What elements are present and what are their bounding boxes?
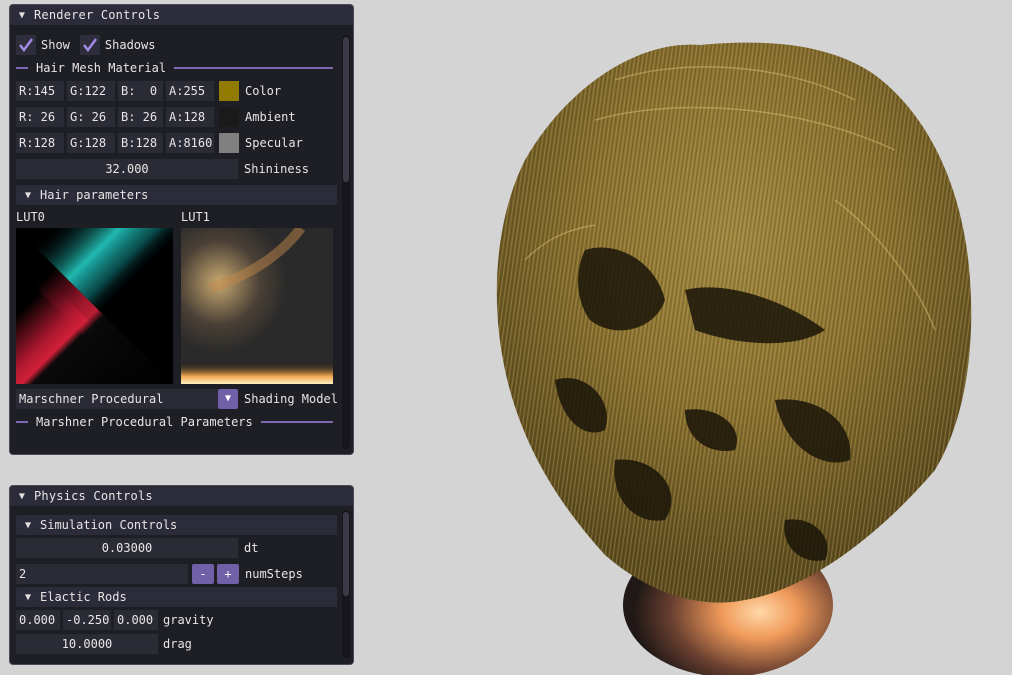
lut0-label: LUT0 xyxy=(16,210,45,224)
ambient-r-field[interactable]: R: 26 xyxy=(16,107,64,127)
procedural-params-separator: Marshner Procedural Parameters xyxy=(16,412,353,432)
gravity-z-field[interactable]: 0.000 xyxy=(114,610,158,630)
shininess-label: Shininess xyxy=(244,162,310,176)
decrement-button[interactable]: - xyxy=(192,564,214,584)
numsteps-field[interactable]: 2 xyxy=(16,564,188,584)
separator-line xyxy=(174,67,333,69)
simulation-controls-title: Simulation Controls xyxy=(40,518,178,532)
show-checkbox[interactable] xyxy=(16,35,36,55)
drag-label: drag xyxy=(163,637,192,651)
separator-line xyxy=(260,421,333,423)
collapse-triangle-icon[interactable]: ▼ xyxy=(16,10,28,21)
lut-labels-row: LUT0 LUT1 xyxy=(16,206,353,228)
collapse-triangle-icon[interactable]: ▼ xyxy=(16,491,28,502)
renderer-controls-panel: ▼ Renderer Controls Show Shadows Hair Me… xyxy=(9,4,354,455)
color-label: Color xyxy=(245,84,282,98)
gravity-row: 0.000 -0.250 0.000 gravity xyxy=(16,607,353,633)
specular-g-field[interactable]: G:128 xyxy=(67,133,115,153)
specular-b-field[interactable]: B:128 xyxy=(118,133,163,153)
hair-parameters-title: Hair parameters xyxy=(40,188,149,202)
checkmark-icon xyxy=(19,38,33,52)
physics-controls-content: ▼ Simulation Controls 0.03000 dt 2 - + n… xyxy=(10,506,353,655)
color-a-field[interactable]: A:255 xyxy=(166,81,214,101)
gravity-x-field[interactable]: 0.000 xyxy=(16,610,60,630)
renderer-controls-title: Renderer Controls xyxy=(34,8,161,22)
hair-mesh-material-header: Hair Mesh Material xyxy=(36,61,167,75)
physics-controls-panel: ▼ Physics Controls ▼ Simulation Controls… xyxy=(9,485,354,665)
hair-mesh-material-separator: Hair Mesh Material xyxy=(16,58,353,78)
separator-line xyxy=(16,421,28,423)
3d-viewport[interactable] xyxy=(355,0,1012,675)
increment-button[interactable]: + xyxy=(217,564,239,584)
show-shadows-row: Show Shadows xyxy=(16,32,353,58)
numsteps-label: numSteps xyxy=(245,567,303,581)
ambient-label: Ambient xyxy=(245,110,296,124)
separator-line xyxy=(16,67,28,69)
numsteps-row: 2 - + numSteps xyxy=(16,561,353,587)
ambient-g-field[interactable]: G: 26 xyxy=(67,107,115,127)
physics-controls-title: Physics Controls xyxy=(34,489,153,503)
procedural-params-header: Marshner Procedural Parameters xyxy=(36,415,253,429)
elastic-rods-header[interactable]: ▼ Elactic Rods xyxy=(16,587,337,607)
color-b-field[interactable]: B: 0 xyxy=(118,81,163,101)
show-label: Show xyxy=(41,38,70,52)
simulation-controls-header[interactable]: ▼ Simulation Controls xyxy=(16,515,337,535)
renderer-controls-titlebar[interactable]: ▼ Renderer Controls xyxy=(10,5,353,25)
color-g-field[interactable]: G:122 xyxy=(67,81,115,101)
gravity-y-field[interactable]: -0.250 xyxy=(63,610,111,630)
dropdown-arrow-icon[interactable]: ▼ xyxy=(218,389,238,409)
shininess-field[interactable]: 32.000 xyxy=(16,159,238,179)
collapse-triangle-icon[interactable]: ▼ xyxy=(22,520,34,531)
collapse-triangle-icon[interactable]: ▼ xyxy=(22,592,34,603)
shading-model-row: Marschner Procedural ▼ Shading Model xyxy=(16,386,353,412)
specular-swatch[interactable] xyxy=(219,133,239,153)
physics-controls-titlebar[interactable]: ▼ Physics Controls xyxy=(10,486,353,506)
hair-parameters-header[interactable]: ▼ Hair parameters xyxy=(16,185,337,205)
lut1-label: LUT1 xyxy=(181,210,210,224)
lut0-image xyxy=(16,228,173,384)
dt-field[interactable]: 0.03000 xyxy=(16,538,238,558)
collapse-triangle-icon[interactable]: ▼ xyxy=(22,190,34,201)
shadows-checkbox[interactable] xyxy=(79,35,100,55)
ambient-row: R: 26 G: 26 B: 26 A:128 Ambient xyxy=(16,104,353,130)
ambient-swatch[interactable] xyxy=(219,107,239,127)
color-r-field[interactable]: R:145 xyxy=(16,81,64,101)
renderer-controls-content: Show Shadows Hair Mesh Material R:145 G:… xyxy=(10,25,353,432)
ambient-a-field[interactable]: A:128 xyxy=(166,107,214,127)
shading-model-select[interactable]: Marschner Procedural xyxy=(16,389,218,409)
color-row: R:145 G:122 B: 0 A:255 Color xyxy=(16,78,353,104)
dt-row: 0.03000 dt xyxy=(16,535,353,561)
shadows-label: Shadows xyxy=(104,38,156,52)
elastic-rods-title: Elactic Rods xyxy=(40,590,127,604)
specular-a-field[interactable]: A:8160 xyxy=(166,133,214,153)
ambient-b-field[interactable]: B: 26 xyxy=(118,107,163,127)
drag-row: 10.0000 drag xyxy=(16,633,353,655)
checkmark-icon xyxy=(82,38,97,52)
shininess-row: 32.000 Shininess xyxy=(16,156,353,182)
dt-label: dt xyxy=(244,541,259,555)
lut1-image xyxy=(181,228,333,384)
specular-row: R:128 G:128 B:128 A:8160 Specular xyxy=(16,130,353,156)
drag-field[interactable]: 10.0000 xyxy=(16,634,158,654)
lut-images-row xyxy=(16,228,353,384)
color-swatch[interactable] xyxy=(219,81,239,101)
gravity-label: gravity xyxy=(163,613,214,627)
specular-r-field[interactable]: R:128 xyxy=(16,133,64,153)
specular-label: Specular xyxy=(245,136,303,150)
shading-model-label: Shading Model xyxy=(244,392,338,406)
